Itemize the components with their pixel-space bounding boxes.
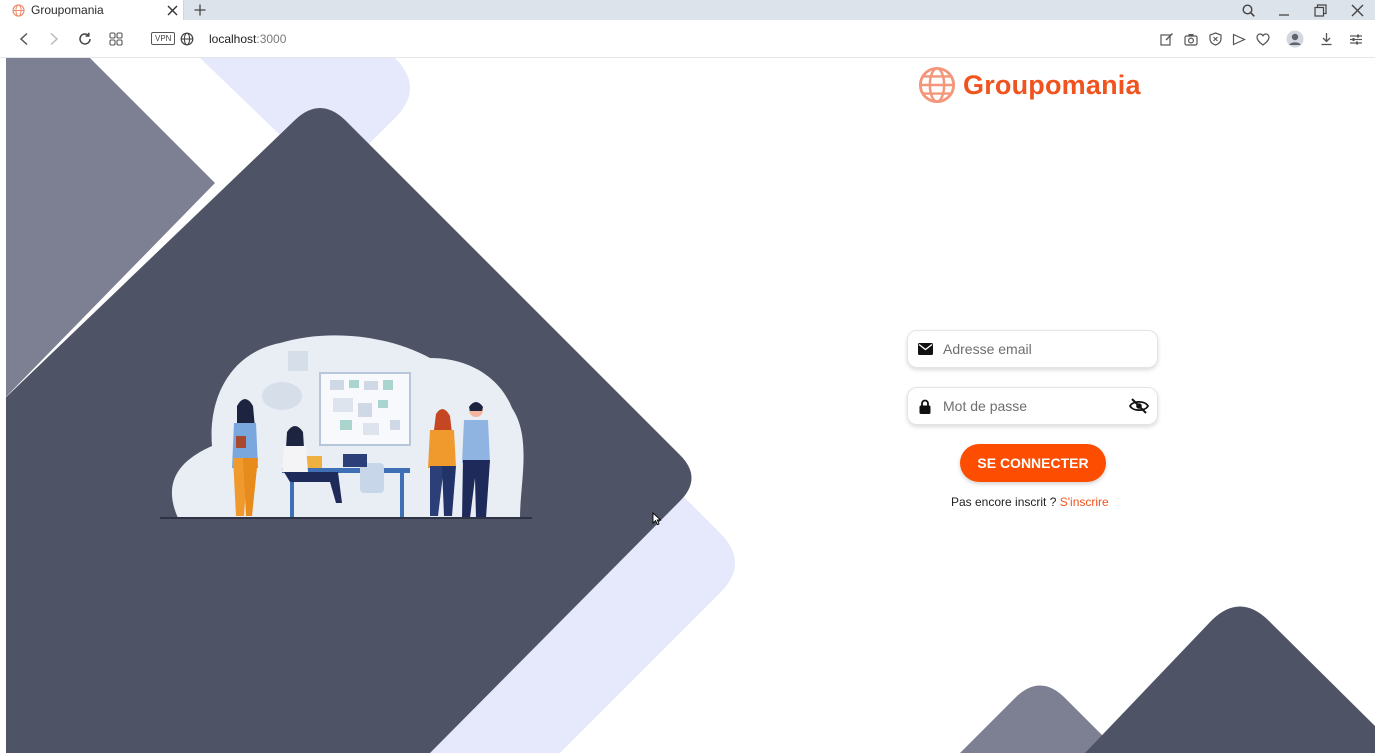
download-icon[interactable] bbox=[1316, 29, 1336, 49]
reload-icon[interactable] bbox=[75, 29, 95, 49]
url-host: localhost bbox=[209, 32, 257, 46]
lock-icon bbox=[917, 398, 933, 414]
password-field[interactable] bbox=[907, 387, 1158, 425]
password-input[interactable] bbox=[943, 398, 1113, 414]
browser-toolbar: VPN localhost:3000 bbox=[0, 20, 1375, 58]
ad-blocker-shield-icon[interactable] bbox=[1205, 29, 1225, 49]
browser-tab[interactable]: Groupomania bbox=[0, 0, 184, 20]
restore-icon[interactable] bbox=[1307, 0, 1333, 20]
globe-favicon-icon bbox=[12, 3, 25, 17]
dark-mountain-shape bbox=[1085, 606, 1375, 753]
easy-setup-sliders-icon[interactable] bbox=[1346, 29, 1366, 49]
page-left-edge bbox=[0, 58, 6, 753]
snapshot-camera-icon[interactable] bbox=[1181, 29, 1201, 49]
minimize-icon[interactable] bbox=[1271, 0, 1297, 20]
email-input[interactable] bbox=[943, 341, 1113, 357]
search-tabs-icon[interactable] bbox=[1235, 0, 1261, 20]
close-window-icon[interactable] bbox=[1344, 0, 1370, 20]
envelope-icon bbox=[917, 341, 933, 357]
brand-name: Groupomania bbox=[963, 69, 1141, 100]
speed-dial-grid-icon[interactable] bbox=[106, 29, 126, 49]
login-page: Groupomania SE CONNECTER Pas encore insc… bbox=[0, 58, 1375, 753]
forward-arrow-icon[interactable] bbox=[44, 29, 64, 49]
new-tab-icon[interactable] bbox=[190, 0, 210, 20]
send-arrow-icon[interactable] bbox=[1229, 29, 1249, 49]
background-decorative-shapes bbox=[0, 58, 1375, 753]
signup-link[interactable]: S'inscrire bbox=[1060, 495, 1109, 509]
heart-icon[interactable] bbox=[1253, 29, 1273, 49]
tab-strip: Groupomania bbox=[0, 0, 1375, 20]
profile-avatar-icon[interactable] bbox=[1285, 29, 1305, 49]
vpn-badge[interactable]: VPN bbox=[151, 32, 176, 45]
site-info-globe-icon[interactable] bbox=[177, 29, 197, 49]
url-port: :3000 bbox=[256, 32, 287, 46]
tab-title: Groupomania bbox=[31, 3, 104, 17]
edit-page-icon[interactable] bbox=[1157, 29, 1177, 49]
back-arrow-icon[interactable] bbox=[14, 29, 34, 49]
login-button[interactable]: SE CONNECTER bbox=[960, 444, 1106, 482]
mouse-cursor-icon bbox=[652, 512, 662, 526]
globe-logo-icon bbox=[918, 66, 956, 104]
signup-prompt-text: Pas encore inscrit ? bbox=[951, 495, 1057, 509]
close-tab-icon[interactable] bbox=[164, 1, 180, 19]
email-field[interactable] bbox=[907, 330, 1158, 368]
brand-header: Groupomania bbox=[918, 66, 1141, 104]
address-bar[interactable]: localhost:3000 bbox=[209, 32, 286, 46]
signup-prompt-line: Pas encore inscrit ? S'inscrire bbox=[951, 495, 1109, 509]
eye-slash-icon[interactable] bbox=[1128, 397, 1150, 415]
